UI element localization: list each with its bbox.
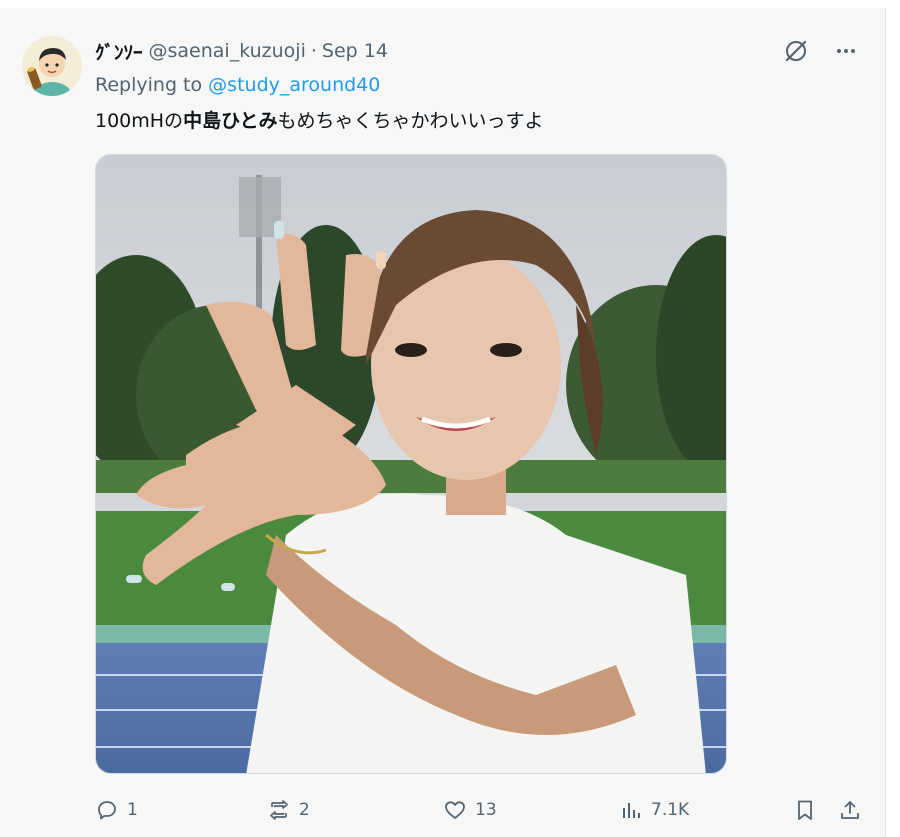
bookmark-icon [798,800,812,820]
tweet-photo[interactable] [95,154,727,774]
share-icon [841,801,859,819]
reply-icon [98,801,116,820]
retweet-button[interactable]: 2 [267,796,310,824]
replying-to: Replying to @study_around40 [95,74,380,96]
like-count: 13 [475,800,497,820]
user-handle[interactable]: @saenai_kuzuoji [149,40,306,62]
heart-icon [445,801,465,819]
replying-to-mention[interactable]: @study_around40 [208,74,380,96]
retweet-icon [270,800,288,820]
more-icon [837,49,855,53]
share-button[interactable] [838,796,862,824]
more-button[interactable] [831,36,861,66]
grok-button[interactable] [781,36,811,66]
separator-dot: · [310,40,317,62]
view-count: 7.1K [651,800,690,820]
grok-icon [785,40,807,62]
tweet-text: 100mHの中島ひとみもめちゃくちゃかわいいっすよ [95,106,544,133]
views-icon [623,803,640,818]
reply-count: 1 [127,800,138,820]
tweet-action-bar: 1 2 13 7.1K [95,796,865,824]
tweet-date[interactable]: Sep 14 [322,40,388,62]
retweet-count: 2 [299,800,310,820]
like-button[interactable]: 13 [443,796,497,824]
display-name[interactable]: ｸﾞﾝｿｰ [95,38,143,65]
replying-prefix: Replying to [95,74,203,96]
tweet-text-bold: 中島ひとみ [183,110,278,132]
tweet-header: ｸﾞﾝｿｰ @saenai_kuzuoji · Sep 14 [95,38,388,64]
reply-button[interactable]: 1 [95,796,138,824]
user-avatar-icon [22,36,82,96]
avatar[interactable] [22,36,82,96]
tweet-text-before: 100mHの [95,110,184,132]
tweet-card[interactable]: ｸﾞﾝｿｰ @saenai_kuzuoji · Sep 14 Replying … [0,8,886,837]
bookmark-button[interactable] [793,796,817,824]
tweet-photo-image [96,155,726,773]
tweet-top-actions [781,36,861,66]
tweet-text-after: もめちゃくちゃかわいいっすよ [277,110,544,132]
page: ｸﾞﾝｿｰ @saenai_kuzuoji · Sep 14 Replying … [0,0,900,837]
views-button[interactable]: 7.1K [619,796,689,824]
